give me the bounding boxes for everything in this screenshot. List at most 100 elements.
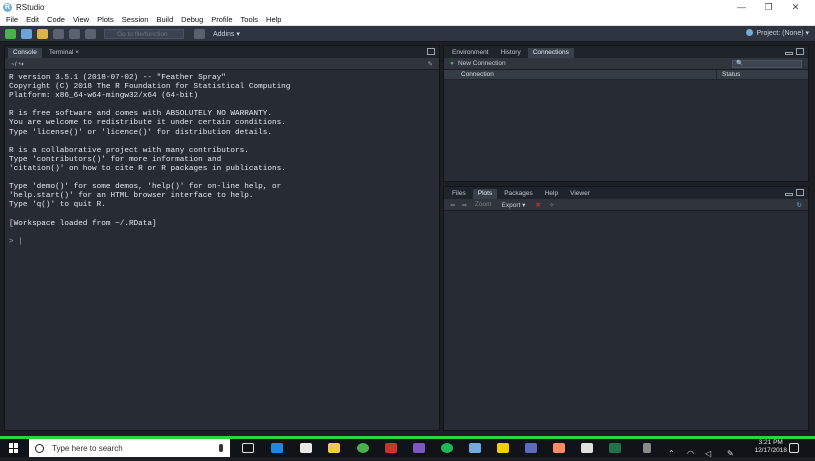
maximize-pane-icon[interactable] — [796, 48, 804, 55]
task-view-icon[interactable] — [242, 443, 254, 453]
console-line: Type 'license()' or 'licence()' for dist… — [9, 128, 272, 137]
tab-packages[interactable]: Packages — [499, 189, 538, 199]
rstudio-taskbar-icon[interactable] — [469, 443, 481, 453]
files-pane: Files Plots Packages Help Viewer ⬅ ➡ Zoo… — [443, 186, 809, 431]
tab-environment[interactable]: Environment — [447, 48, 494, 58]
maximize-pane-icon[interactable] — [796, 189, 804, 196]
clock-date: 12/17/2018 — [754, 447, 787, 454]
menu-code[interactable]: Code — [47, 15, 65, 24]
taskbar-search-input[interactable]: Type here to search — [29, 439, 230, 457]
connections-search-input[interactable]: 🔍 — [732, 60, 802, 68]
app-icon[interactable] — [385, 443, 397, 453]
tab-help[interactable]: Help — [540, 189, 563, 199]
maximize-button[interactable]: ❐ — [755, 0, 782, 14]
console-line: Copyright (C) 2018 The R Foundation for … — [9, 83, 291, 92]
volume-icon[interactable]: ◁ — [705, 443, 714, 458]
menu-help[interactable]: Help — [266, 15, 281, 24]
menu-tools[interactable]: Tools — [241, 15, 259, 24]
tab-history[interactable]: History — [496, 48, 526, 58]
files-tabs: Files Plots Packages Help Viewer — [444, 187, 808, 199]
minimize-button[interactable]: — — [728, 0, 755, 14]
tab-terminal[interactable]: Terminal × — [44, 48, 84, 58]
tab-connections[interactable]: Connections — [527, 48, 574, 58]
forward-arrow-icon[interactable]: ➡ — [461, 201, 466, 209]
tab-console[interactable]: Console — [8, 48, 42, 58]
excel-icon[interactable] — [609, 443, 621, 453]
menu-file[interactable]: File — [6, 15, 18, 24]
app-icon-2[interactable] — [413, 443, 425, 453]
goto-file-input[interactable]: Go to file/function — [104, 28, 184, 39]
app-icon-6[interactable] — [581, 443, 593, 453]
console-prompt[interactable]: > | — [9, 238, 435, 247]
new-project-icon[interactable] — [21, 28, 32, 39]
people-icon[interactable] — [643, 443, 651, 453]
console-pane: Console Terminal × ~/ ↪ ✎ R version 3.5.… — [4, 45, 440, 431]
menu-view[interactable]: View — [73, 15, 89, 24]
console-line: Platform: x86_64-w64-mingw32/x64 (64-bit… — [9, 92, 199, 101]
menu-profile[interactable]: Profile — [211, 15, 232, 24]
save-all-icon[interactable] — [69, 28, 80, 39]
minimize-pane-icon[interactable] — [785, 52, 793, 55]
wifi-icon[interactable]: ◠ — [687, 443, 696, 458]
files-pane-controls — [782, 189, 804, 196]
notifications-icon[interactable] — [789, 443, 799, 453]
menu-session[interactable]: Session — [122, 15, 149, 24]
new-connection-button[interactable]: New Connection — [458, 60, 506, 67]
mail-icon[interactable] — [300, 443, 312, 453]
taskbar-search-placeholder: Type here to search — [52, 443, 123, 453]
open-file-icon[interactable] — [37, 28, 48, 39]
menu-edit[interactable]: Edit — [26, 15, 39, 24]
tab-viewer[interactable]: Viewer — [565, 189, 595, 199]
close-button[interactable]: ✕ — [782, 0, 809, 14]
console-line: You are welcome to redistribute it under… — [9, 119, 286, 128]
window-controls: — ❐ ✕ — [728, 0, 809, 14]
microphone-icon[interactable] — [219, 444, 223, 452]
file-explorer-icon[interactable] — [328, 443, 340, 453]
console-line: 'citation()' on how to cite R or R packa… — [9, 164, 286, 173]
pen-icon[interactable]: ✎ — [727, 443, 736, 458]
minimize-pane-icon[interactable] — [785, 193, 793, 196]
clock[interactable]: 3:21 PM 12/17/2018 — [754, 439, 787, 455]
environment-tabs: Environment History Connections — [444, 46, 808, 58]
app-icon-4[interactable] — [525, 443, 537, 453]
new-file-icon[interactable] — [5, 28, 16, 39]
console-line: Type 'contributors()' for more informati… — [9, 155, 222, 164]
back-arrow-icon[interactable]: ⬅ — [450, 201, 455, 209]
app-icon-3[interactable] — [497, 443, 509, 453]
menu-build[interactable]: Build — [156, 15, 173, 24]
new-connection-icon[interactable]: ● — [450, 60, 454, 67]
remove-plot-icon[interactable]: ✖ — [535, 201, 540, 209]
windows-start-icon[interactable] — [9, 443, 19, 453]
clear-plots-icon[interactable]: ✧ — [549, 201, 554, 209]
working-directory[interactable]: ~/ ↪ — [11, 60, 24, 68]
zoom-button[interactable]: Zoom — [475, 201, 492, 208]
tab-plots[interactable]: Plots — [472, 189, 498, 199]
cortana-icon — [35, 443, 44, 453]
console-output[interactable]: R version 3.5.1 (2018-07-02) -- "Feather… — [9, 74, 435, 247]
chrome-icon[interactable] — [357, 443, 369, 453]
chevron-up-icon[interactable]: ⌃ — [668, 443, 676, 458]
app-icon-5[interactable] — [553, 443, 565, 453]
restore-pane-icon[interactable] — [427, 48, 435, 55]
connections-table-header: Connection Status — [444, 70, 808, 80]
addins-button[interactable]: Addins ▾ — [213, 30, 240, 38]
export-button[interactable]: Export ▾ — [502, 201, 526, 209]
menu-debug[interactable]: Debug — [181, 15, 203, 24]
main-toolbar: Go to file/function Addins ▾ Project: (N… — [0, 26, 815, 42]
column-connection[interactable]: Connection — [461, 71, 494, 78]
save-icon[interactable] — [53, 28, 64, 39]
print-icon[interactable] — [85, 28, 96, 39]
clear-console-icon[interactable]: ✎ — [428, 60, 433, 68]
grid-layout-icon[interactable] — [194, 28, 205, 39]
column-divider — [716, 70, 717, 80]
refresh-icon[interactable]: ↻ — [797, 201, 802, 209]
windows-taskbar: Type here to search ⌃ ◠ ◁ ✎ 3:21 PM 12/1… — [0, 436, 815, 458]
column-status[interactable]: Status — [722, 71, 740, 78]
menu-plots[interactable]: Plots — [97, 15, 114, 24]
edge-browser-icon[interactable] — [271, 443, 283, 453]
spotify-icon[interactable] — [441, 443, 453, 453]
project-menu[interactable]: Project: (None) ▾ — [746, 29, 809, 37]
tab-files[interactable]: Files — [447, 189, 471, 199]
